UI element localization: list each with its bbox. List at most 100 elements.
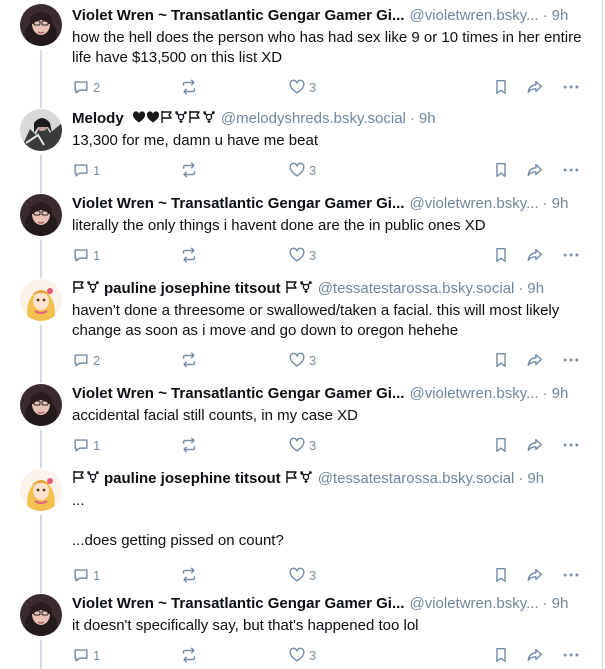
- author-name[interactable]: Violet Wren ~ Transatlantic Gengar Gamer…: [72, 593, 404, 615]
- post[interactable]: pauline josephine titsout @tessatestaros…: [0, 270, 600, 375]
- bookmark-icon: [492, 246, 510, 264]
- author-handle[interactable]: @violetwren.bsky...: [409, 383, 538, 405]
- like-button[interactable]: 3: [288, 77, 316, 97]
- share-button[interactable]: [526, 245, 544, 265]
- reply-button[interactable]: 2: [72, 77, 100, 97]
- column-border: [602, 0, 603, 669]
- bookmark-button[interactable]: [492, 160, 510, 180]
- avatar[interactable]: [20, 194, 62, 236]
- thread-line: [40, 270, 42, 278]
- share-button[interactable]: [526, 77, 544, 97]
- thread-line: [40, 100, 42, 108]
- avatar[interactable]: [20, 4, 62, 46]
- more-options-button[interactable]: [562, 245, 580, 265]
- repost-button[interactable]: [180, 350, 198, 370]
- repost-button[interactable]: [180, 565, 198, 585]
- share-button[interactable]: [526, 350, 544, 370]
- avatar[interactable]: [20, 384, 62, 426]
- timestamp[interactable]: 9h: [552, 193, 569, 215]
- more-options-button[interactable]: [562, 160, 580, 180]
- post[interactable]: pauline josephine titsout @tessatestaros…: [0, 460, 600, 585]
- timestamp[interactable]: 9h: [552, 5, 569, 27]
- like-button[interactable]: 3: [288, 350, 316, 370]
- thread-line: [40, 375, 42, 383]
- bookmark-icon: [492, 351, 510, 369]
- avatar[interactable]: [20, 594, 62, 636]
- post[interactable]: Melody @melodyshreds.bsky.social · 9h 13…: [0, 100, 600, 185]
- reply-button[interactable]: 2: [72, 350, 100, 370]
- avatar[interactable]: [20, 469, 62, 511]
- like-button[interactable]: 3: [288, 645, 316, 665]
- like-button[interactable]: 3: [288, 565, 316, 585]
- black-heart-icon: [132, 110, 146, 124]
- reply-count: 1: [93, 437, 101, 453]
- share-icon: [526, 246, 544, 264]
- share-button[interactable]: [526, 565, 544, 585]
- timestamp[interactable]: 9h: [552, 593, 569, 615]
- author-name[interactable]: Violet Wren ~ Transatlantic Gengar Gamer…: [72, 5, 404, 27]
- bookmark-button[interactable]: [492, 565, 510, 585]
- repost-button[interactable]: [180, 245, 198, 265]
- author-name[interactable]: pauline josephine titsout: [72, 468, 313, 490]
- repost-button[interactable]: [180, 77, 198, 97]
- author-name[interactable]: Violet Wren ~ Transatlantic Gengar Gamer…: [72, 383, 404, 405]
- timestamp[interactable]: 9h: [527, 278, 544, 300]
- author-handle[interactable]: @violetwren.bsky...: [409, 193, 538, 215]
- more-options-button[interactable]: [562, 350, 580, 370]
- repost-icon: [180, 78, 198, 96]
- post-actions: 1 3: [72, 245, 592, 265]
- avatar[interactable]: [20, 279, 62, 321]
- post[interactable]: Violet Wren ~ Transatlantic Gengar Gamer…: [0, 585, 600, 669]
- timestamp[interactable]: 9h: [419, 108, 436, 130]
- share-button[interactable]: [526, 645, 544, 665]
- author-name[interactable]: Melody: [72, 108, 216, 130]
- share-button[interactable]: [526, 160, 544, 180]
- reply-button[interactable]: 1: [72, 160, 100, 180]
- author-handle[interactable]: @violetwren.bsky...: [409, 593, 538, 615]
- share-icon: [526, 161, 544, 179]
- author-handle[interactable]: @melodyshreds.bsky.social: [221, 108, 406, 130]
- bookmark-button[interactable]: [492, 245, 510, 265]
- reply-button[interactable]: 1: [72, 565, 100, 585]
- share-button[interactable]: [526, 435, 544, 455]
- bookmark-button[interactable]: [492, 77, 510, 97]
- reply-button[interactable]: 1: [72, 435, 100, 455]
- bookmark-button[interactable]: [492, 350, 510, 370]
- author-name[interactable]: pauline josephine titsout: [72, 278, 313, 300]
- post[interactable]: Violet Wren ~ Transatlantic Gengar Gamer…: [0, 185, 600, 270]
- bookmark-button[interactable]: [492, 435, 510, 455]
- like-button[interactable]: 3: [288, 435, 316, 455]
- more-options-button[interactable]: [562, 565, 580, 585]
- timestamp[interactable]: 9h: [527, 468, 544, 490]
- like-button[interactable]: 3: [288, 160, 316, 180]
- author-name[interactable]: Violet Wren ~ Transatlantic Gengar Gamer…: [72, 193, 404, 215]
- reply-count: 1: [93, 647, 101, 663]
- transgender-symbol-icon: [86, 470, 100, 484]
- reply-button[interactable]: 1: [72, 245, 100, 265]
- post[interactable]: Violet Wren ~ Transatlantic Gengar Gamer…: [0, 0, 600, 100]
- reply-count: 1: [93, 162, 101, 178]
- thread-line: [40, 325, 42, 375]
- more-options-button[interactable]: [562, 435, 580, 455]
- like-count: 3: [309, 79, 317, 95]
- repost-button[interactable]: [180, 435, 198, 455]
- like-button[interactable]: 3: [288, 245, 316, 265]
- post-actions: 1 3: [72, 645, 592, 665]
- share-icon: [526, 351, 544, 369]
- reply-button[interactable]: 1: [72, 645, 100, 665]
- author-handle[interactable]: @tessatestarossa.bsky.social: [318, 468, 515, 490]
- avatar[interactable]: [20, 109, 62, 151]
- post[interactable]: Violet Wren ~ Transatlantic Gengar Gamer…: [0, 375, 600, 460]
- bookmark-button[interactable]: [492, 645, 510, 665]
- repost-button[interactable]: [180, 645, 198, 665]
- heart-icon: [288, 351, 306, 369]
- author-handle[interactable]: @violetwren.bsky...: [409, 5, 538, 27]
- white-flag-icon: [72, 470, 86, 484]
- repost-button[interactable]: [180, 160, 198, 180]
- heart-icon: [288, 566, 306, 584]
- more-options-button[interactable]: [562, 645, 580, 665]
- more-options-button[interactable]: [562, 77, 580, 97]
- author-handle[interactable]: @tessatestarossa.bsky.social: [318, 278, 515, 300]
- more-icon: [562, 566, 580, 584]
- timestamp[interactable]: 9h: [552, 383, 569, 405]
